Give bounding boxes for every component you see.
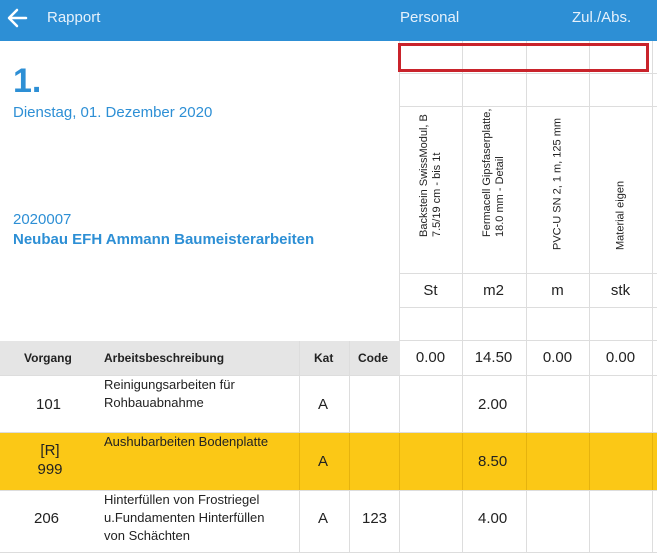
row-description: Aushubarbeiten Bodenplatte: [104, 434, 269, 449]
row-quantity[interactable]: 8.50: [478, 453, 507, 470]
header-vorgang: Vorgang: [24, 351, 72, 365]
top-bar: Rapport Personal Zul./Abs.: [0, 0, 657, 41]
table-row-highlighted[interactable]: [R] 999 Aushubarbeiten Bodenplatte A 8.5…: [0, 433, 657, 490]
row-quantity[interactable]: 4.00: [478, 510, 507, 527]
table-row[interactable]: 101 Reinigungsarbeiten für Rohbauabnahme…: [0, 376, 657, 432]
row-kat: A: [318, 510, 329, 527]
material-name: Material eigen: [614, 180, 626, 250]
project-name: Neubau EFH Ammann Baumeisterarbeiten: [13, 231, 315, 248]
material-name: Fermacell Gipsfaserplatte, 18.0 mm - Det…: [480, 108, 506, 237]
row-vorgang: 206: [34, 510, 60, 527]
row-description: Hinterfüllen von Frostriegel u.Fundament…: [104, 492, 265, 543]
back-arrow-icon[interactable]: [6, 7, 28, 29]
selected-material-slot[interactable]: [398, 43, 649, 72]
row-kat: A: [318, 396, 329, 413]
row-code: 123: [362, 510, 388, 527]
material-total: 14.50: [474, 349, 513, 366]
row-vorgang: 101: [36, 396, 62, 413]
grid-line: [589, 433, 590, 490]
row-kat: A: [318, 453, 329, 470]
header-arbeitsbeschreibung: Arbeitsbeschreibung: [104, 351, 225, 365]
row-quantity[interactable]: 2.00: [478, 396, 507, 413]
material-total: 0.00: [415, 349, 446, 366]
grid-line: [399, 307, 657, 308]
grid-line: [349, 433, 350, 490]
row-vorgang: [R] 999: [37, 442, 63, 478]
grid-line: [399, 273, 657, 274]
material-name: Backstein SwissModul, B 7.5/19 cm - bis …: [417, 114, 443, 237]
row-description: Reinigungsarbeiten für Rohbauabnahme: [104, 377, 235, 410]
grid-line: [526, 433, 527, 490]
material-unit: St: [423, 282, 438, 299]
tab-zul-abs[interactable]: Zul./Abs.: [572, 9, 631, 26]
table-row[interactable]: 206 Hinterfüllen von Frostriegel u.Funda…: [0, 491, 657, 553]
material-total: 0.00: [542, 349, 573, 366]
material-unit: stk: [610, 282, 631, 299]
grid-line: [462, 433, 463, 490]
grid-line: [399, 433, 400, 490]
day-date: Dienstag, 01. Dezember 2020: [13, 104, 213, 121]
grid-line: [399, 73, 657, 74]
material-column-header[interactable]: Backstein SwissModul, B 7.5/19 cm - bis …: [399, 108, 462, 263]
header-kat: Kat: [314, 351, 334, 365]
tab-personal[interactable]: Personal: [400, 9, 459, 26]
grid-line: [399, 340, 657, 341]
material-column-header[interactable]: PVC-U SN 2, 1 m, 125 mm: [526, 108, 589, 263]
material-unit: m: [551, 282, 564, 299]
material-column-header[interactable]: Fermacell Gipsfaserplatte, 18.0 mm - Det…: [462, 108, 525, 263]
material-unit: m2: [483, 282, 504, 299]
grid-line: [299, 433, 300, 490]
back-rapport-link[interactable]: Rapport: [47, 9, 100, 26]
material-total: 0.00: [605, 349, 636, 366]
day-number: 1.: [13, 62, 42, 100]
material-column-header[interactable]: Material eigen: [589, 108, 652, 263]
project-number: 2020007: [13, 211, 72, 228]
grid-line: [652, 433, 653, 490]
header-code: Code: [358, 351, 388, 365]
material-name: PVC-U SN 2, 1 m, 125 mm: [551, 117, 563, 250]
